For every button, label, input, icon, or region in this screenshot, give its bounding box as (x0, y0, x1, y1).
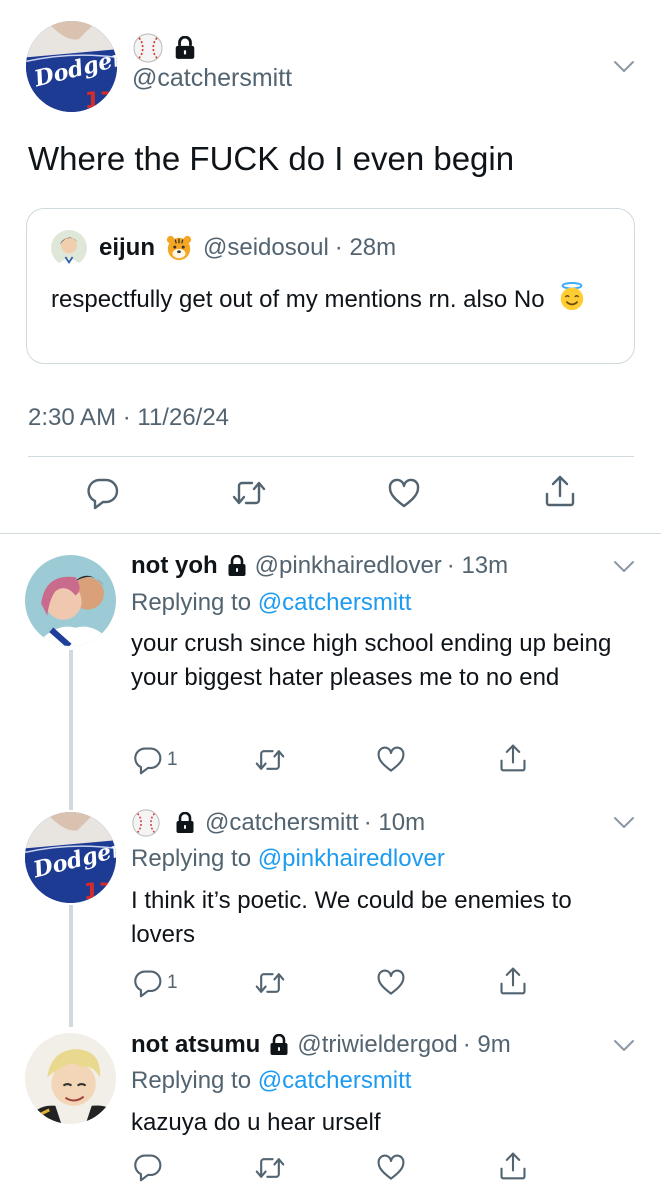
tiger-emoji (165, 234, 193, 262)
mention-link[interactable]: @catchersmitt (258, 589, 412, 616)
like-button[interactable] (376, 745, 406, 775)
reply-icon (133, 745, 163, 775)
replying-to: Replying to @catchersmitt (131, 589, 411, 617)
tweet-text: Where the FUCK do I even begin (28, 140, 515, 177)
reply-count: 1 (167, 972, 178, 993)
retweet-button[interactable] (230, 476, 268, 510)
eijun-avatar-image (51, 230, 87, 266)
heart-icon (376, 1153, 406, 1183)
more-chevron[interactable] (613, 560, 635, 574)
divider (0, 533, 661, 534)
tweet-timestamp: 2:30 AM · 11/26/24 (28, 404, 230, 431)
share-icon (498, 965, 528, 997)
main-author: @catchersmitt (132, 32, 292, 93)
share-button[interactable] (498, 965, 528, 997)
chevron-down-icon (613, 816, 635, 830)
avatar (51, 230, 87, 266)
retweet-icon (254, 745, 286, 775)
share-icon (542, 474, 578, 508)
thread-line (69, 650, 73, 810)
smiling-face-with-halo-emoji (557, 281, 587, 311)
reply-button[interactable] (85, 476, 121, 510)
heart-icon (376, 745, 406, 775)
reply-count: 1 (167, 749, 178, 770)
more-chevron[interactable] (613, 1039, 635, 1053)
reply-time: · 10m (363, 809, 426, 836)
avatar[interactable] (25, 555, 116, 646)
reply-text: your crush since high school ending up b… (131, 630, 612, 691)
share-button[interactable] (498, 1150, 528, 1182)
replying-to-label: Replying to (131, 1067, 252, 1094)
replying-to-label: Replying to (131, 589, 252, 616)
mention-link[interactable]: @catchersmitt (258, 1067, 412, 1094)
mention-link[interactable]: @pinkhairedlover (258, 845, 445, 872)
divider (28, 456, 634, 457)
reply-author-handle[interactable]: @catchersmitt (205, 809, 359, 837)
avatar[interactable] (26, 21, 117, 112)
reply-icon (85, 476, 121, 510)
like-button[interactable] (376, 1153, 406, 1183)
quoted-tweet-time: · 28m (334, 234, 397, 261)
retweet-button[interactable] (254, 1153, 286, 1183)
more-chevron[interactable] (613, 816, 635, 830)
reply-author-handle[interactable]: @pinkhairedlover (255, 552, 442, 580)
reply-header: not atsumu @triwieldergod · 9m (131, 1031, 511, 1059)
reply-button[interactable]: 1 (133, 743, 193, 777)
replying-to-label: Replying to (131, 845, 252, 872)
replying-to: Replying to @pinkhairedlover (131, 845, 445, 873)
share-button[interactable] (498, 742, 528, 774)
reply-time: · 13m (446, 552, 509, 579)
share-icon (498, 1150, 528, 1182)
retweet-button[interactable] (254, 745, 286, 775)
reply-icon (133, 1152, 163, 1182)
baseball-emoji (132, 32, 164, 64)
yoh-avatar-image (25, 555, 116, 646)
reply-button[interactable] (133, 1152, 163, 1182)
retweet-button[interactable] (254, 968, 286, 998)
replying-to: Replying to @catchersmitt (131, 1067, 411, 1095)
chevron-down-icon (613, 1039, 635, 1053)
lock-icon (227, 555, 247, 577)
heart-icon (376, 968, 406, 998)
lock-icon (174, 36, 196, 60)
more-chevron[interactable] (613, 60, 635, 74)
dodgers-avatar-image (25, 812, 116, 903)
reply-header: @catchersmitt · 10m (131, 808, 425, 838)
reply-author-name[interactable]: not atsumu (131, 1031, 260, 1059)
reply-text: I think it’s poetic. We could be enemies… (131, 887, 572, 948)
heart-icon (386, 477, 422, 511)
reply-text: kazuya do u hear urself (131, 1109, 381, 1136)
quoted-tweet[interactable]: eijun @seidosoul · 28m respectfully get … (26, 208, 635, 364)
dodgers-avatar-image (26, 21, 117, 112)
main-handle[interactable]: @catchersmitt (132, 64, 292, 93)
quoted-tweet-text: respectfully get out of my mentions rn. … (51, 281, 611, 316)
chevron-down-icon (613, 60, 635, 74)
like-button[interactable] (376, 968, 406, 998)
share-button[interactable] (542, 474, 578, 508)
quoted-tweet-header: eijun @seidosoul · 28m (51, 230, 396, 266)
chevron-down-icon (613, 560, 635, 574)
retweet-icon (254, 1153, 286, 1183)
reply-author-name[interactable]: not yoh (131, 552, 218, 580)
quoted-author-handle: @seidosoul (203, 234, 329, 261)
share-icon (498, 742, 528, 774)
avatar[interactable] (25, 1033, 116, 1124)
lock-icon (175, 812, 195, 834)
lock-icon (269, 1034, 289, 1056)
retweet-icon (254, 968, 286, 998)
quoted-tweet-text-content: respectfully get out of my mentions rn. … (51, 286, 545, 313)
like-button[interactable] (386, 477, 422, 511)
reply-time: · 9m (462, 1031, 511, 1058)
reply-icon (133, 968, 163, 998)
reply-button[interactable]: 1 (133, 966, 193, 1000)
baseball-emoji (131, 808, 161, 838)
reply-author-handle[interactable]: @triwieldergod (297, 1031, 457, 1059)
retweet-icon (230, 476, 268, 510)
avatar[interactable] (25, 812, 116, 903)
quoted-author-name: eijun (99, 234, 156, 261)
reply-header: not yoh @pinkhairedlover · 13m (131, 552, 508, 580)
atsumu-avatar-image (25, 1033, 116, 1124)
thread-line (69, 905, 73, 1027)
